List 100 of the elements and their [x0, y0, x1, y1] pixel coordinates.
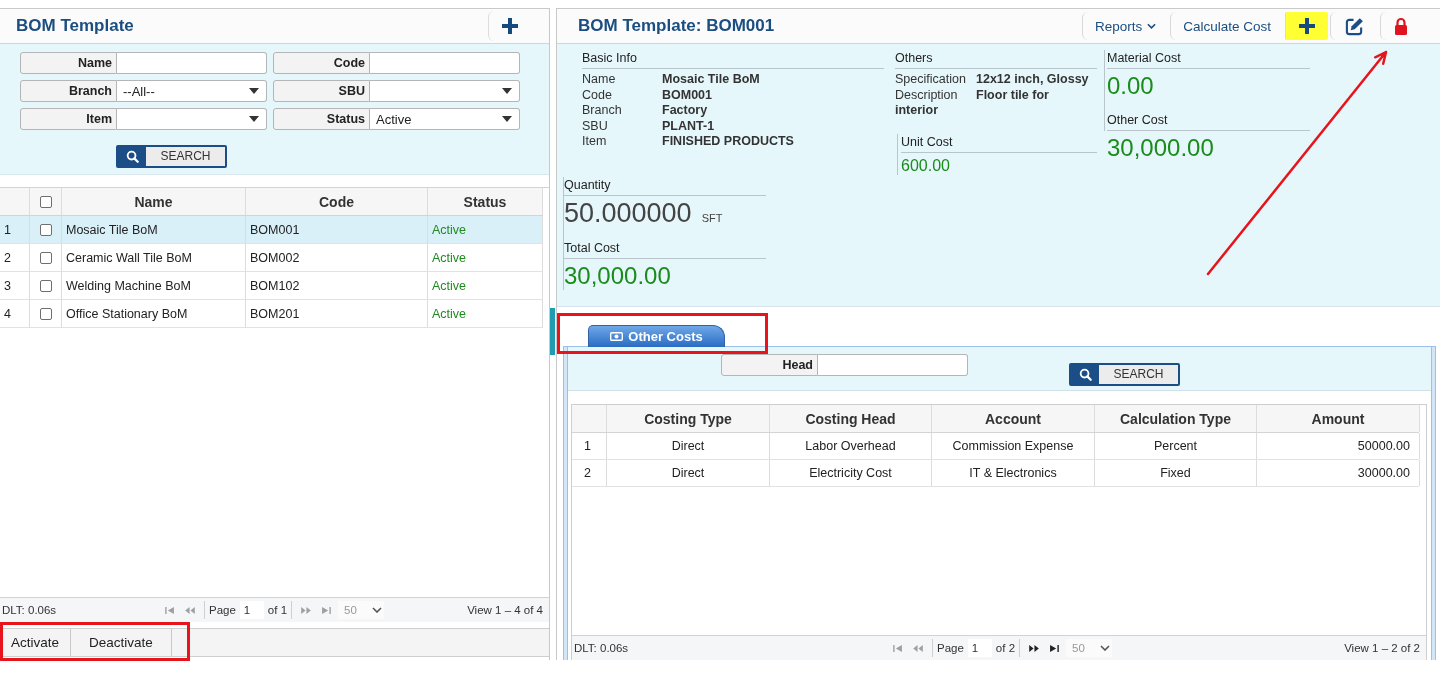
chevron-icon: [372, 607, 383, 613]
dropdown-field[interactable]: Active: [370, 108, 520, 130]
chevron-icon: [1147, 23, 1157, 29]
action-button[interactable]: Deactivate: [71, 629, 172, 656]
field-label: SBU: [582, 118, 609, 134]
row-number: 4: [0, 300, 30, 327]
table-cell: 50000.00: [1257, 433, 1420, 459]
next-page-icon[interactable]: [1029, 644, 1040, 652]
dropdown-field[interactable]: [117, 108, 267, 130]
column-header[interactable]: Account: [932, 405, 1095, 432]
splitter-handle[interactable]: [550, 308, 555, 355]
checkbox[interactable]: [39, 279, 52, 292]
text-field[interactable]: [818, 354, 968, 376]
field-label: Item: [582, 134, 608, 150]
add-button[interactable]: [1285, 12, 1328, 40]
column-header[interactable]: Name: [62, 188, 246, 215]
table-cell: Welding Machine BoM: [62, 272, 246, 299]
field-label: Status: [273, 108, 370, 130]
field-label: Head: [721, 354, 818, 376]
table-row[interactable]: 2 Ceramic Wall Tile BoM BOM002 Active: [0, 244, 543, 272]
record-count: View 1 – 2 of 2: [1344, 642, 1421, 654]
dropdown-button[interactable]: Reports: [1081, 12, 1169, 40]
unit-label: SFT: [701, 210, 723, 226]
cost-value: 30,000.00: [1107, 134, 1215, 162]
tab[interactable]: Other Costs: [588, 325, 725, 347]
field-label: Branch: [20, 80, 117, 102]
status-text: Active: [428, 216, 543, 243]
column-header[interactable]: Code: [246, 188, 428, 215]
section-title: Unit Cost: [901, 133, 1097, 153]
text-field[interactable]: [117, 52, 267, 74]
row-number: 1: [572, 433, 607, 459]
table-row[interactable]: 1 Mosaic Tile BoM BOM001 Active: [0, 216, 543, 244]
caret-icon: [502, 88, 512, 94]
checkbox[interactable]: [39, 223, 52, 236]
search-button[interactable]: SEARCH: [116, 145, 227, 168]
section-title: Other Cost: [1107, 112, 1310, 131]
field-label: Branch: [582, 103, 623, 119]
page-total: of 1: [267, 604, 288, 616]
cost-value: 600.00: [901, 155, 951, 175]
table-cell: Fixed: [1095, 460, 1257, 486]
panel-title: BOM Template: BOM001: [577, 16, 775, 36]
section-title: Basic Info: [582, 50, 884, 69]
table-cell: Commission Expense: [932, 433, 1095, 459]
page-label: Page: [209, 604, 236, 616]
last-page-icon[interactable]: [1049, 644, 1060, 652]
quantity-value: 50.000000: [564, 198, 692, 227]
cost-value: 0.00: [1107, 72, 1155, 100]
select-all-checkbox[interactable]: [39, 195, 52, 208]
page-field[interactable]: 1: [967, 639, 992, 657]
table-row[interactable]: 3 Welding Machine BoM BOM102 Active: [0, 272, 543, 300]
row-number: 1: [0, 216, 30, 243]
page-label: Page: [937, 642, 964, 654]
caret-icon: [249, 116, 259, 122]
field-label: Item: [20, 108, 117, 130]
banknote-icon: [610, 332, 624, 341]
field-label: Name: [582, 72, 617, 88]
plus-icon: [1299, 18, 1315, 34]
cost-value: 30,000.00: [564, 261, 672, 290]
action-button[interactable]: Activate: [0, 629, 72, 656]
column-header[interactable]: Costing Head: [770, 405, 932, 432]
table-cell: Electricity Cost: [770, 460, 932, 486]
search-button[interactable]: SEARCH: [1069, 363, 1180, 386]
search-icon: [1071, 365, 1099, 384]
field-label: Code: [273, 52, 370, 74]
table-cell: BOM001: [246, 216, 428, 243]
action-button[interactable]: Calculate Cost: [1170, 12, 1283, 40]
edit-icon: [1345, 16, 1364, 36]
table-cell: 30000.00: [1257, 460, 1420, 486]
table-cell: Office Stationary BoM: [62, 300, 246, 327]
table-cell: Mosaic Tile BoM: [62, 216, 246, 243]
field-value: Mosaic Tile BoM: [662, 72, 760, 88]
status-text: Active: [428, 300, 543, 327]
table-cell: Ceramic Wall Tile BoM: [62, 244, 246, 271]
table-cell: BOM201: [246, 300, 428, 327]
field-label: SBU: [273, 80, 370, 102]
table-cell: Percent: [1095, 433, 1257, 459]
status-text: Active: [428, 244, 543, 271]
caret-icon: [502, 116, 512, 122]
dropdown-field[interactable]: --All--: [117, 80, 267, 102]
table-cell: IT & Electronics: [932, 460, 1095, 486]
field-value: BOM001: [662, 87, 713, 103]
checkbox[interactable]: [39, 307, 52, 320]
row-number: 3: [0, 272, 30, 299]
table-cell: Direct: [607, 433, 770, 459]
text-field[interactable]: [370, 52, 520, 74]
dropdown-field[interactable]: [370, 80, 520, 102]
page-field[interactable]: 1: [239, 601, 264, 619]
section-title: Total Cost: [564, 239, 766, 259]
column-header[interactable]: Calculation Type: [1095, 405, 1257, 432]
field-value: Factory: [662, 103, 708, 119]
column-header[interactable]: Costing Type: [607, 405, 770, 432]
table-cell: BOM102: [246, 272, 428, 299]
chevron-icon: [1100, 645, 1111, 651]
field-value: FINISHED PRODUCTS: [662, 134, 794, 150]
search-icon: [118, 147, 146, 166]
column-header[interactable]: Amount: [1257, 405, 1420, 432]
column-header[interactable]: Status: [428, 188, 543, 215]
table-row[interactable]: 4 Office Stationary BoM BOM201 Active: [0, 300, 543, 328]
status-text: Active: [428, 272, 543, 299]
checkbox[interactable]: [39, 251, 52, 264]
